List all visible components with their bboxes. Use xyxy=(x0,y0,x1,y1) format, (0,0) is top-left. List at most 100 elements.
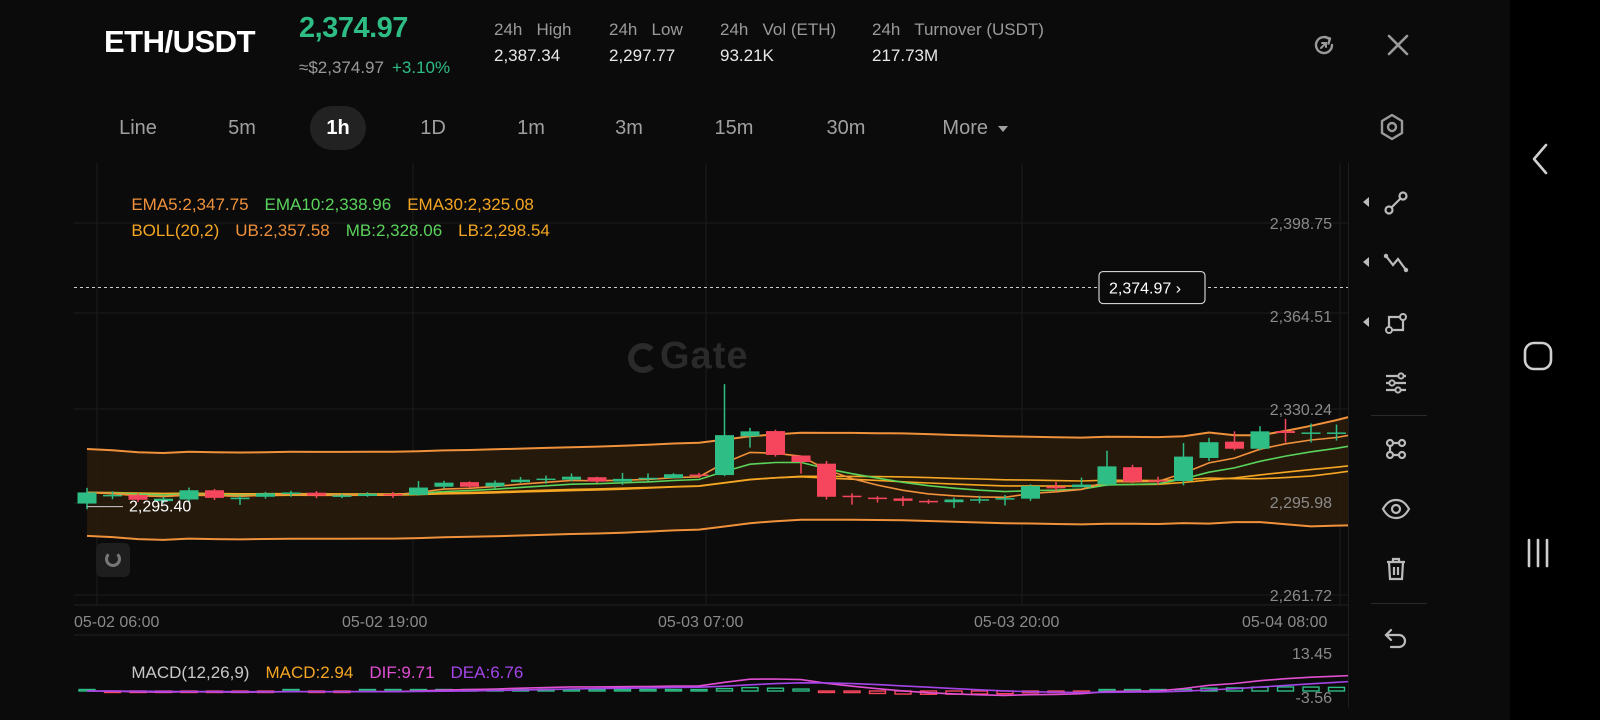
stat-label: 24h High xyxy=(494,20,572,39)
tab-15m[interactable]: 15m xyxy=(706,106,762,150)
candle-body xyxy=(1301,432,1321,434)
candle-body xyxy=(1250,431,1270,449)
macd-axis-bottom: -3.56 xyxy=(1296,690,1333,707)
macd-histogram-bar xyxy=(792,688,810,692)
candle-body xyxy=(919,500,938,503)
price-axis-label: 2,364.51 xyxy=(1270,309,1332,326)
tab-5m[interactable]: 5m xyxy=(214,106,270,150)
tab-more[interactable]: More xyxy=(934,106,1016,150)
candle-body xyxy=(1021,485,1040,499)
back-nav-icon[interactable] xyxy=(1526,142,1556,176)
last-price: 2,374.97 xyxy=(299,12,408,44)
expand-arrow-icon xyxy=(1363,257,1369,267)
link-nodes-icon xyxy=(1385,438,1407,460)
macd-histogram-bar xyxy=(690,688,708,692)
undo-icon xyxy=(1384,628,1407,649)
candle-body xyxy=(1327,432,1346,434)
macd-histogram-bar xyxy=(588,688,606,692)
macd-histogram-bar xyxy=(817,690,836,694)
candle-body xyxy=(638,477,658,480)
candle-body xyxy=(1072,484,1091,488)
candle-body xyxy=(77,492,97,504)
boll-params: BOLL(20,2) xyxy=(131,221,220,240)
stat-label: 24h Vol (ETH) xyxy=(720,20,837,39)
rectangle-tool-icon xyxy=(1385,313,1407,334)
tab-line[interactable]: Line xyxy=(110,106,166,150)
candle-body xyxy=(256,493,275,497)
dif-value: DIF:9.71 xyxy=(369,663,435,682)
pair-title[interactable]: ETH/USDT xyxy=(104,24,256,60)
tab-3m[interactable]: 3m xyxy=(601,106,657,150)
recents-nav-icon[interactable] xyxy=(1522,537,1554,569)
refresh-icon[interactable] xyxy=(1310,31,1338,59)
candle-body xyxy=(536,478,556,481)
time-axis-label: 05-02 06:00 xyxy=(74,614,160,631)
toolbar-divider xyxy=(1371,415,1427,416)
candle-body xyxy=(103,494,122,497)
stat-24h-turnover: 24h Turnover (USDT) 217.73M xyxy=(872,20,1044,66)
visibility-button[interactable] xyxy=(1371,489,1421,529)
settings-hexagon-icon[interactable] xyxy=(1376,111,1408,143)
candle-body xyxy=(358,493,377,496)
candle-body xyxy=(893,498,913,501)
delete-drawings-button[interactable] xyxy=(1371,549,1421,589)
candle-body xyxy=(511,479,530,483)
macd-histogram-bar xyxy=(843,690,861,694)
magnet-tool-button[interactable] xyxy=(1371,429,1421,469)
trading-screen: ETH/USDT 2,374.97 ≈$2,374.97 +3.10% 24h H… xyxy=(0,0,1510,720)
macd-histogram-bar xyxy=(766,687,785,692)
gate-logo-icon xyxy=(628,343,658,373)
timeframe-tabs: Line 5m 1h 1D 1m 3m 15m 30m More xyxy=(96,106,1346,150)
tab-1m[interactable]: 1m xyxy=(503,106,559,150)
fiat-price: ≈$2,374.97 xyxy=(299,58,384,77)
stat-label: 24h Turnover (USDT) xyxy=(872,20,1044,39)
tab-30m[interactable]: 30m xyxy=(818,106,874,150)
boll-mb: MB:2,328.06 xyxy=(345,221,443,240)
tab-1d[interactable]: 1D xyxy=(405,106,461,150)
home-nav-icon[interactable] xyxy=(1522,340,1554,372)
trendline-tool-button[interactable] xyxy=(1363,183,1421,223)
macd-axis-top: 13.45 xyxy=(1292,646,1332,663)
undo-button[interactable] xyxy=(1371,618,1421,658)
polyline-icon xyxy=(1383,253,1409,273)
stat-value: 2,297.77 xyxy=(609,46,676,65)
candle-body xyxy=(1046,486,1066,489)
candle-body xyxy=(715,435,734,476)
macd-legend: MACD(12,26,9) MACD:2.94 DIF:9.71 DEA:6.76 xyxy=(103,643,539,703)
change-percent: +3.10% xyxy=(391,58,451,77)
candle-body xyxy=(562,476,581,480)
candle-body xyxy=(868,497,887,500)
candle-body xyxy=(842,495,862,498)
boll-lb: LB:2,298.54 xyxy=(458,221,550,240)
candle-body xyxy=(664,474,683,479)
candle-body xyxy=(230,497,250,500)
candle-body xyxy=(740,431,760,437)
chart-reset-button[interactable] xyxy=(96,543,130,577)
fibonacci-tool-button[interactable] xyxy=(1371,363,1421,403)
close-icon[interactable] xyxy=(1384,31,1412,59)
caret-down-icon xyxy=(997,125,1008,132)
shape-tool-button[interactable] xyxy=(1363,303,1421,343)
time-axis-label: 05-03 07:00 xyxy=(658,614,744,631)
price-axis-label: 2,261.72 xyxy=(1270,588,1332,605)
macd-histogram-bar xyxy=(868,690,887,695)
macd-histogram-bar xyxy=(970,690,989,695)
tab-1h[interactable]: 1h xyxy=(310,106,366,150)
macd-histogram-bar xyxy=(1276,686,1295,692)
candle-body xyxy=(409,487,428,495)
polyline-tool-button[interactable] xyxy=(1363,243,1421,283)
candle-body xyxy=(1123,467,1142,482)
candle-body xyxy=(689,474,709,477)
candle-body xyxy=(944,499,964,503)
candle-body xyxy=(281,492,301,494)
candle-body xyxy=(383,494,403,496)
system-navigation-bar xyxy=(1510,0,1600,720)
chart-area[interactable]: 2,374.97 ›2,387.342,295.402,398.752,364.… xyxy=(74,163,1442,708)
eye-icon xyxy=(1381,498,1411,520)
dea-value: DEA:6.76 xyxy=(450,663,524,682)
macd-value: MACD:2.94 xyxy=(265,663,354,682)
price-axis-label: 2,295.98 xyxy=(1270,495,1332,512)
candle-body xyxy=(970,499,989,501)
price-subline: ≈$2,374.97 +3.10% xyxy=(299,58,450,78)
stat-value: 93.21K xyxy=(720,46,774,65)
